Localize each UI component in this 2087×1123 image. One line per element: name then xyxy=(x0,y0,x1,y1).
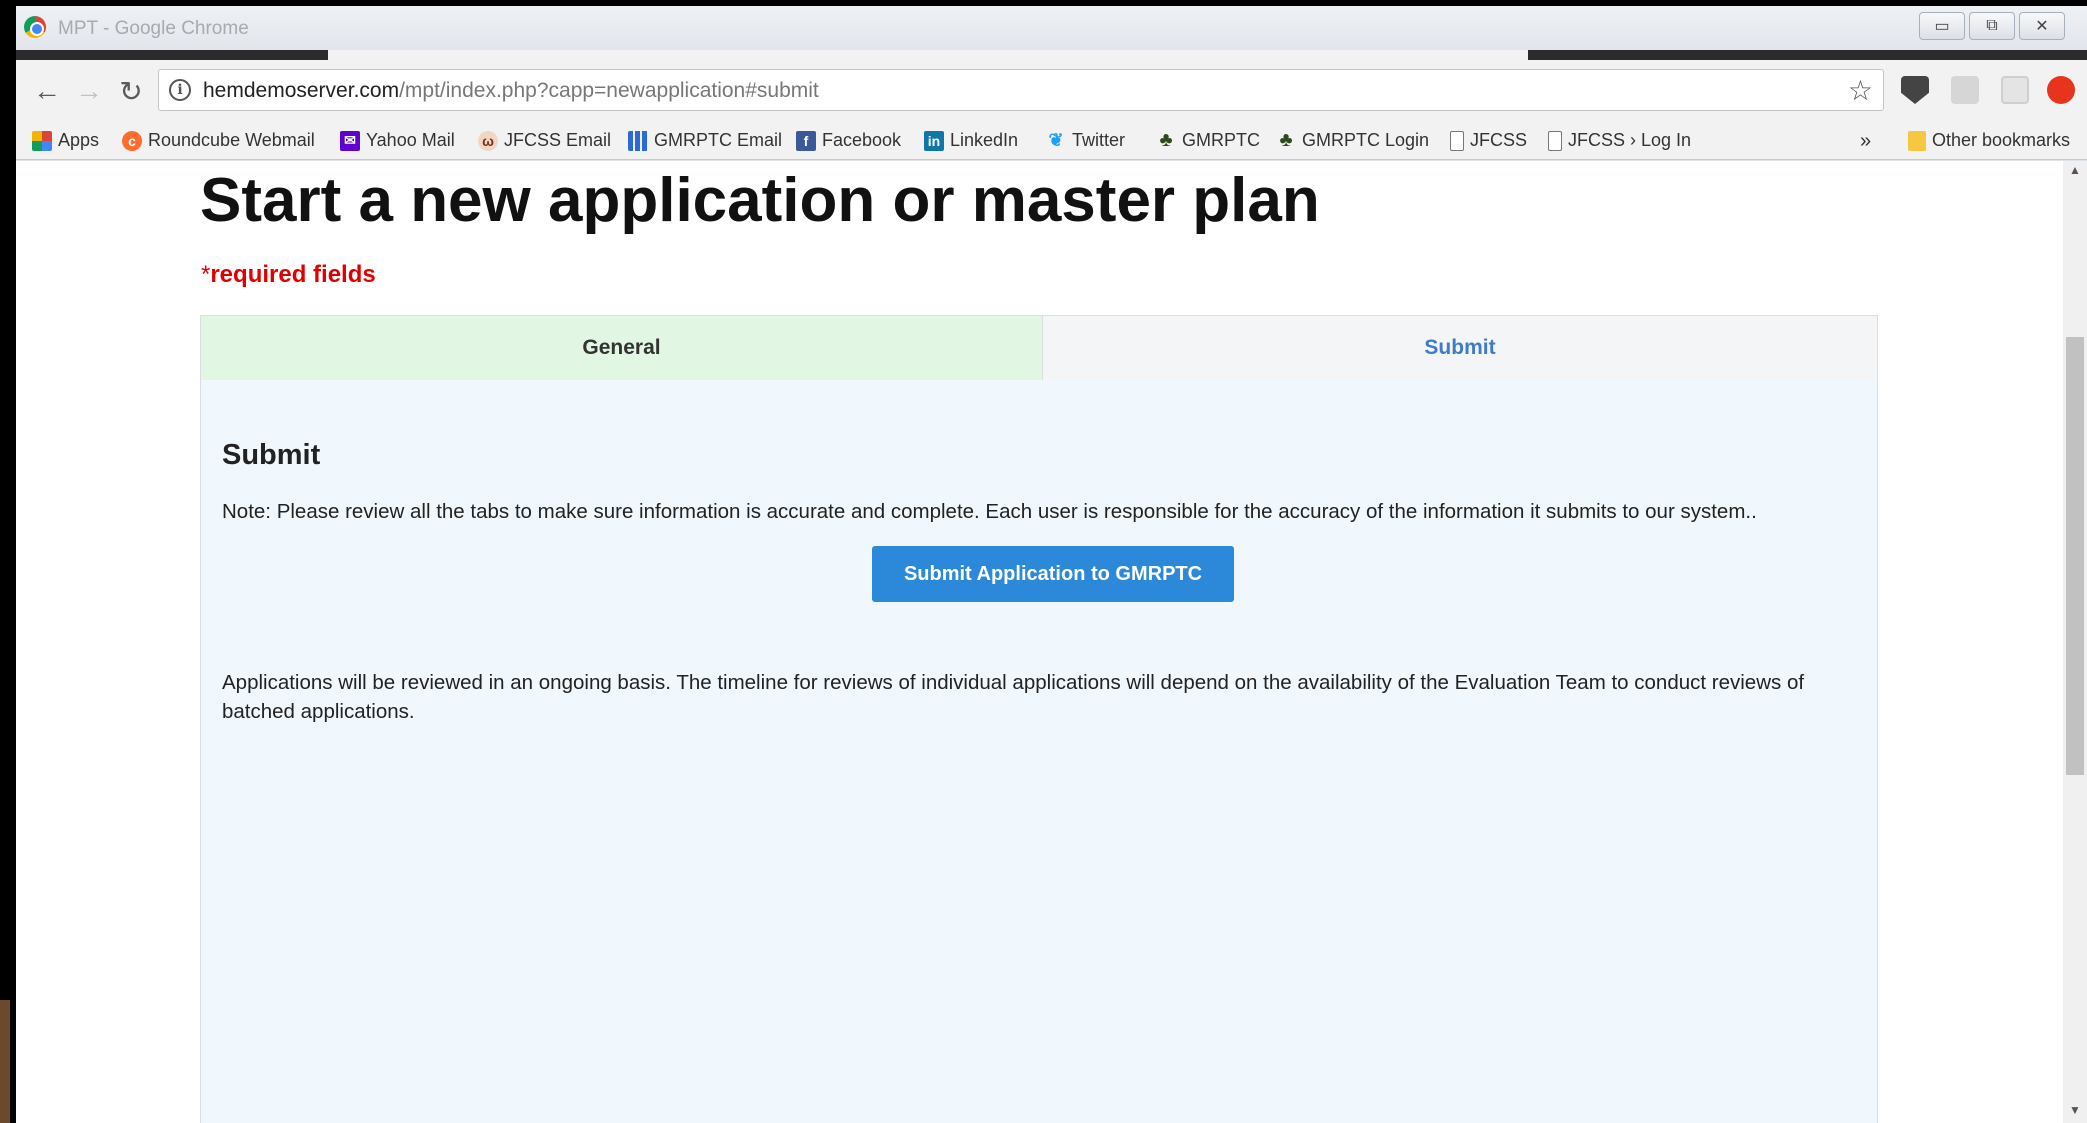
bookmark-label: Facebook xyxy=(822,130,902,150)
grid-icon xyxy=(628,130,648,151)
bookmark-label: JFCSS xyxy=(1470,130,1528,150)
url-text[interactable]: hemdemoserver.com/mpt/index.php?capp=new… xyxy=(203,79,819,103)
bookmark-jfcss[interactable]: JFCSS xyxy=(1450,130,1527,151)
bookmark-star-icon[interactable]: ☆ xyxy=(1848,74,1873,107)
linkedin-icon: in xyxy=(924,130,944,151)
application-panel: General Submit Submit Note: Please revie… xyxy=(200,315,1878,1123)
bookmark-roundcube[interactable]: c Roundcube Webmail xyxy=(122,130,315,151)
bookmark-label: Roundcube Webmail xyxy=(148,130,315,150)
apps-grid-icon xyxy=(32,130,52,151)
review-timeline-text: Applications will be reviewed in an ongo… xyxy=(222,671,1805,723)
desktop-background xyxy=(0,1000,10,1123)
url-path: /mpt/index.php?capp=newapplication#submi… xyxy=(399,79,819,102)
title-bar: MPT - Google Chrome ▭ ⧉ ✕ xyxy=(16,6,2087,50)
twitter-icon: ❦ xyxy=(1048,130,1064,150)
application-tabs: General Submit xyxy=(201,316,1877,380)
pdf-extension-icon[interactable] xyxy=(1951,76,1979,104)
pocket-extension-icon[interactable] xyxy=(1901,76,1929,104)
screen: MPT - Google Chrome ▭ ⧉ ✕ ← → ↻ i hemdem… xyxy=(0,0,2087,1123)
tab-strip xyxy=(16,50,2087,60)
jfcss-icon: ω xyxy=(478,130,498,151)
bookmark-yahoo-mail[interactable]: ✉ Yahoo Mail xyxy=(340,130,455,151)
scroll-down-arrow-icon[interactable]: ▼ xyxy=(2063,1103,2087,1121)
restore-button[interactable]: ⧉ xyxy=(1969,12,2015,40)
page-viewport: Start a new application or master plan *… xyxy=(16,161,2063,1123)
bookmark-gmrptc-email[interactable]: GMRPTC Email xyxy=(628,130,782,151)
reload-icon[interactable]: ↻ xyxy=(114,74,148,108)
bookmark-facebook[interactable]: f Facebook xyxy=(796,130,901,151)
bookmark-gmrptc[interactable]: ♣ GMRPTC xyxy=(1156,129,1260,151)
bookmark-label: JFCSS Email xyxy=(504,130,612,150)
tab-general[interactable]: General xyxy=(201,316,1043,380)
review-note: Note: Please review all the tabs to make… xyxy=(222,500,1757,523)
page-icon xyxy=(1548,130,1562,151)
scroll-up-arrow-icon[interactable]: ▲ xyxy=(2063,163,2087,181)
browser-toolbar: ← → ↻ i hemdemoserver.com/mpt/index.php?… xyxy=(16,60,2087,124)
chrome-logo-icon xyxy=(24,16,46,38)
required-fields-note: *required fields xyxy=(201,261,376,289)
close-button[interactable]: ✕ xyxy=(2019,12,2065,40)
bookmark-linkedin[interactable]: in LinkedIn xyxy=(924,130,1018,151)
required-label: required fields xyxy=(210,261,376,288)
window-controls: ▭ ⧉ ✕ xyxy=(1919,12,2065,40)
upload-extension-icon[interactable] xyxy=(2047,76,2075,104)
bookmark-label: GMRPTC xyxy=(1182,130,1260,150)
bookmark-jfcss-email[interactable]: ω JFCSS Email xyxy=(478,130,611,151)
back-arrow-icon[interactable]: ← xyxy=(30,74,64,108)
b-extension-icon[interactable] xyxy=(2001,76,2029,104)
bookmark-label: LinkedIn xyxy=(950,130,1019,150)
mail-icon: ✉ xyxy=(340,130,360,151)
info-icon[interactable]: i xyxy=(169,79,191,101)
tree-icon: ♣ xyxy=(1159,129,1173,151)
bookmark-label: Yahoo Mail xyxy=(366,130,455,150)
minimize-button[interactable]: ▭ xyxy=(1919,12,1965,40)
page-icon xyxy=(1450,130,1464,151)
bookmark-jfcss-login[interactable]: JFCSS › Log In xyxy=(1548,130,1691,151)
folder-icon xyxy=(1908,130,1926,151)
vertical-scrollbar[interactable]: ▲ ▼ xyxy=(2063,161,2087,1123)
section-title: Submit xyxy=(222,439,321,471)
bookmark-label: Twitter xyxy=(1072,130,1126,150)
cpanel-icon: c xyxy=(122,130,142,151)
bookmark-twitter[interactable]: ❦ Twitter xyxy=(1046,130,1125,151)
address-bar[interactable]: i hemdemoserver.com/mpt/index.php?capp=n… xyxy=(158,69,1884,111)
active-browser-tab[interactable] xyxy=(328,50,1528,60)
other-bookmarks-label: Other bookmarks xyxy=(1932,130,2071,150)
bookmark-label: GMRPTC Login xyxy=(1302,130,1430,150)
bookmark-label: JFCSS › Log In xyxy=(1568,130,1692,150)
tab-submit[interactable]: Submit xyxy=(1043,316,1877,380)
facebook-icon: f xyxy=(796,130,816,151)
other-bookmarks[interactable]: Other bookmarks xyxy=(1908,130,2070,151)
bookmark-gmrptc-login[interactable]: ♣ GMRPTC Login xyxy=(1276,129,1430,151)
url-host: hemdemoserver.com xyxy=(203,79,400,102)
tree-icon: ♣ xyxy=(1279,129,1293,151)
page-title: Start a new application or master plan xyxy=(200,166,1320,235)
window-title: MPT - Google Chrome xyxy=(58,18,249,39)
scrollbar-thumb[interactable] xyxy=(2066,337,2084,775)
bookmarks-overflow-button[interactable]: » xyxy=(1860,130,1871,153)
bookmark-apps[interactable]: Apps xyxy=(32,130,99,151)
submit-application-button[interactable]: Submit Application to GMRPTC xyxy=(872,546,1234,602)
bookmark-label: GMRPTC Email xyxy=(654,130,783,150)
required-asterisk: * xyxy=(201,261,211,288)
bookmark-label: Apps xyxy=(58,130,100,150)
bookmarks-bar: Apps c Roundcube Webmail ✉ Yahoo Mail ω … xyxy=(16,124,2087,160)
browser-window: MPT - Google Chrome ▭ ⧉ ✕ ← → ↻ i hemdem… xyxy=(16,6,2087,1123)
forward-arrow-icon[interactable]: → xyxy=(72,74,106,108)
